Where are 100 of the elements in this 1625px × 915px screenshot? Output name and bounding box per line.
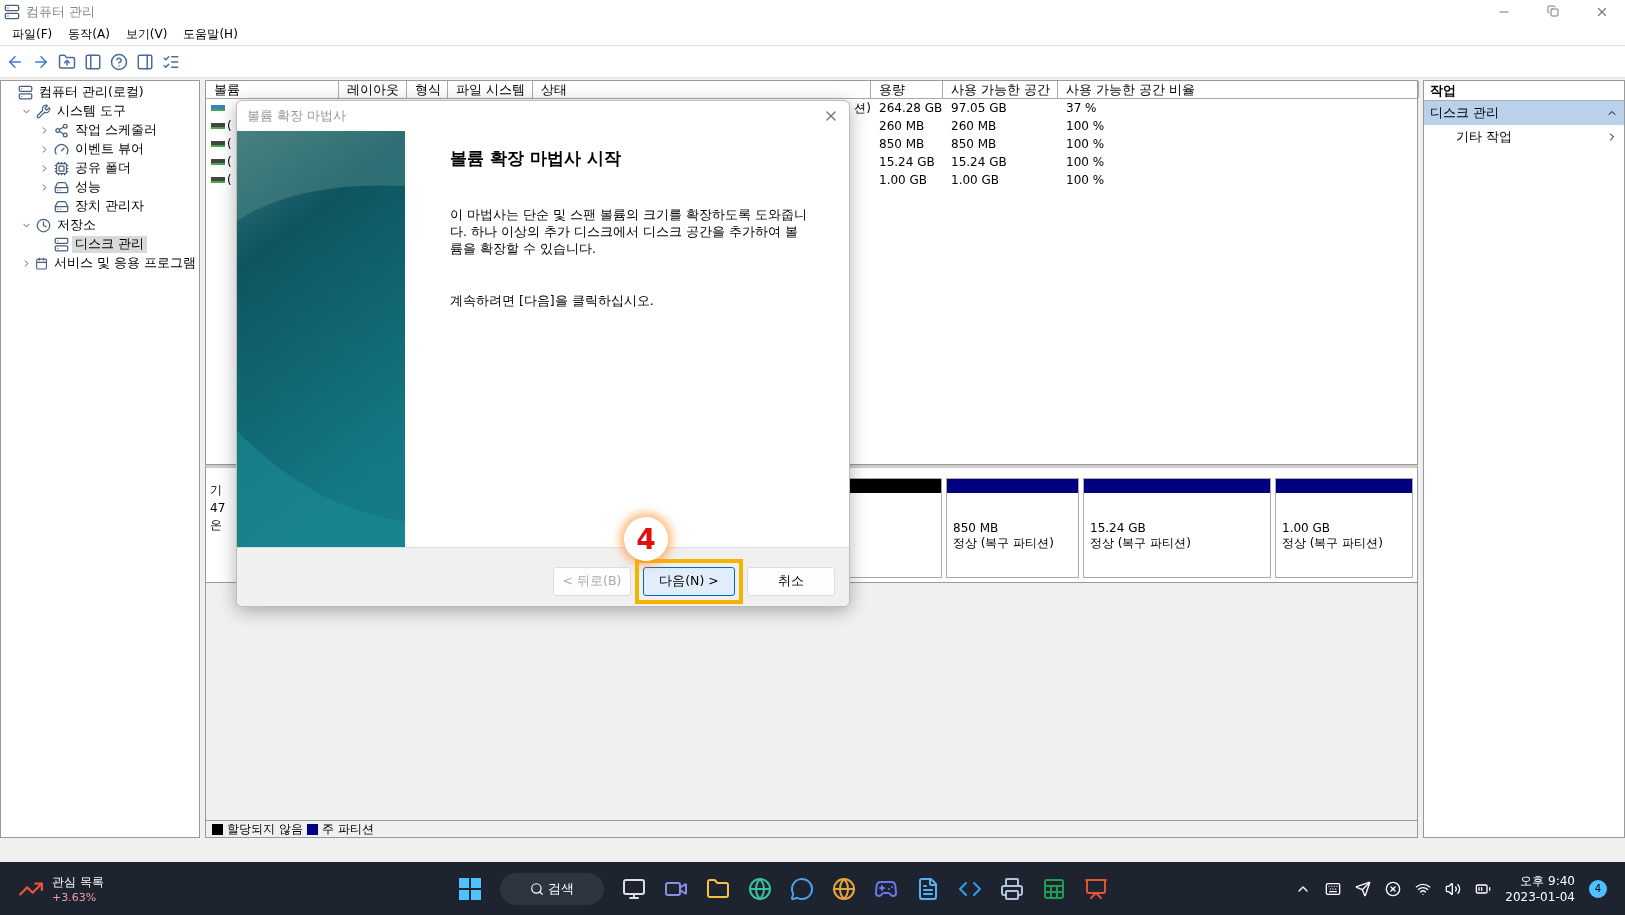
table-cell: (	[227, 155, 232, 169]
menu-item[interactable]: 도움말(H)	[177, 26, 244, 43]
help-icon[interactable]	[110, 52, 128, 71]
table-cell-text: 260 MB	[950, 119, 998, 133]
partition-status: 정상 (복구 파티션)	[952, 535, 1055, 552]
globe-icon[interactable]	[748, 876, 772, 901]
tree-node-icon	[18, 85, 33, 100]
disk-info-text: 47	[210, 501, 227, 515]
location-icon[interactable]	[1355, 880, 1372, 897]
partition-block[interactable]: 1.00 GB 정상 (복구 파티션)	[1275, 478, 1413, 578]
tree-node-icon	[36, 104, 51, 119]
legend-label: 주 파티션	[321, 820, 374, 838]
menu-item[interactable]: 동작(A)	[62, 26, 116, 43]
partition-status: 정상 (복구 파티션)	[1089, 535, 1192, 552]
volume-icon	[211, 123, 225, 129]
table-cell-text: 850 MB	[950, 137, 998, 151]
table-cell-text: 260 MB	[878, 119, 926, 133]
clock-date[interactable]: 2023-01-04	[1505, 890, 1575, 904]
menu-item[interactable]: 파일(F)	[6, 26, 59, 43]
tree-item[interactable]: 컴퓨터 관리(로컬)	[36, 84, 147, 101]
folder-up-icon[interactable]	[58, 52, 76, 71]
tree-item[interactable]: 장치 관리자	[72, 198, 147, 215]
tree-node-icon	[54, 142, 69, 157]
table-cell-text: 37 %	[1065, 101, 1098, 115]
table-cell-text: 15.24 GB	[950, 155, 1008, 169]
column-header[interactable]: 상태	[533, 81, 871, 98]
column-header[interactable]: 형식	[407, 81, 448, 98]
tree-item[interactable]: 디스크 관리	[72, 236, 147, 253]
partition-size: 1.00 GB	[1281, 521, 1332, 535]
disk-info-text: 온	[210, 517, 223, 534]
table-cell-text: 1.00 GB	[950, 173, 1001, 187]
start-icon[interactable]	[458, 876, 482, 901]
column-header[interactable]: 용량	[871, 81, 943, 98]
restore-icon[interactable]	[1547, 5, 1559, 17]
action-item[interactable]: 기타 작업	[1424, 125, 1624, 149]
panel-right-icon[interactable]	[136, 52, 154, 71]
table-cell-text: 264.28 GB	[878, 101, 943, 115]
tree-node-icon	[35, 256, 49, 271]
actions-section[interactable]: 디스크 관리	[1424, 101, 1624, 125]
tree-node-icon	[36, 218, 51, 233]
volume-icon[interactable]	[1445, 880, 1462, 897]
table-cell-text: 100 %	[1065, 119, 1106, 133]
column-header[interactable]: 사용 가능한 공간	[943, 81, 1058, 98]
column-header[interactable]: 레이아웃	[339, 81, 407, 98]
notification-badge[interactable]: 4	[1589, 879, 1607, 898]
notepad-icon[interactable]	[916, 876, 940, 901]
volume-icon	[211, 141, 225, 147]
tree-item[interactable]: 작업 스케줄러	[72, 122, 160, 139]
volume-icon	[211, 105, 225, 111]
volume-icon	[211, 159, 225, 165]
table-cell-text: 100 %	[1065, 137, 1106, 151]
table-cell: (	[227, 173, 232, 187]
table-cell: 션)	[854, 99, 871, 117]
tree-item[interactable]: 서비스 및 응용 프로그램	[51, 255, 199, 272]
tree-node-icon	[54, 180, 69, 195]
legend-label: 할당되지 않음	[227, 820, 303, 838]
widget-title[interactable]: 관심 목록	[52, 873, 104, 891]
partition-status: 정상 (복구 파티션)	[1281, 535, 1384, 552]
table-cell: (	[227, 119, 232, 133]
table-cell-text: 100 %	[1065, 155, 1106, 169]
wizard-heading: 볼륨 확장 마법사 시작	[450, 146, 622, 170]
menu-item[interactable]: 보기(V)	[119, 26, 174, 43]
table-cell: (	[227, 137, 232, 151]
wizard-instruction: 계속하려면 [다음]을 클릭하십시오.	[450, 292, 655, 310]
clock-time[interactable]: 오후 9:40	[1520, 873, 1575, 890]
keyboard-icon[interactable]	[1325, 880, 1342, 897]
presentation-icon[interactable]	[1084, 876, 1108, 901]
folder-icon[interactable]	[706, 876, 730, 901]
search-icon	[530, 881, 544, 896]
partition-block[interactable]: 850 MB 정상 (복구 파티션)	[946, 478, 1079, 578]
tree-item[interactable]: 이벤트 뷰어	[72, 141, 147, 158]
column-header[interactable]: 파일 시스템	[448, 81, 533, 98]
spreadsheet-icon[interactable]	[1042, 876, 1066, 901]
widget-change: +3.63%	[52, 890, 98, 904]
tree-item[interactable]: 성능	[72, 179, 104, 196]
tree-item[interactable]: 공유 폴더	[72, 160, 134, 177]
dialog-button[interactable]: 다음(N) >	[643, 567, 735, 596]
table-cell-text: 1.00 GB	[878, 173, 929, 187]
partition-block[interactable]: 15.24 GB 정상 (복구 파티션)	[1083, 478, 1271, 578]
close-icon[interactable]	[1595, 5, 1609, 19]
table-cell-text: 15.24 GB	[878, 155, 936, 169]
printer-icon[interactable]	[1000, 876, 1024, 901]
search-button[interactable]: 검색	[500, 872, 604, 905]
browser-icon[interactable]	[832, 876, 856, 901]
dialog-title: 볼륨 확장 마법사	[247, 106, 347, 125]
volume-icon	[211, 177, 225, 183]
table-cell-text: 100 %	[1065, 173, 1106, 187]
chat-icon[interactable]	[790, 876, 814, 901]
close-circle-icon[interactable]	[1385, 880, 1402, 897]
tree-item[interactable]: 저장소	[54, 217, 99, 234]
step-badge: 4	[624, 517, 668, 561]
dialog-button[interactable]: 취소	[747, 567, 835, 596]
tree-node-icon	[54, 123, 69, 138]
tree-node-icon	[54, 237, 69, 252]
partition-size: 850 MB	[952, 521, 1000, 535]
panel-left-icon[interactable]	[84, 52, 102, 71]
column-header[interactable]: 사용 가능한 공간 비율	[1058, 81, 1419, 98]
table-cell-text: 850 MB	[878, 137, 926, 151]
column-header[interactable]: 볼륨	[206, 81, 339, 98]
tree-item[interactable]: 시스템 도구	[54, 103, 129, 120]
